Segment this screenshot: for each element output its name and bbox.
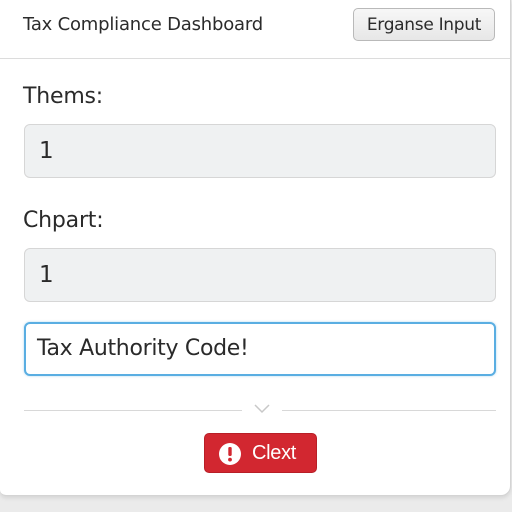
thems-input[interactable]: 1 <box>24 124 496 178</box>
app-header: Tax Compliance Dashboard Erganse Input <box>0 0 510 59</box>
divider-right <box>282 410 496 411</box>
divider-left <box>24 410 242 411</box>
organise-input-button[interactable]: Erganse Input <box>353 8 495 41</box>
chpart-input[interactable]: 1 <box>24 248 496 302</box>
clext-button-label: Clext <box>252 442 297 464</box>
chevron-down-icon[interactable] <box>252 402 272 416</box>
app-window: Tax Compliance Dashboard Erganse Input T… <box>0 0 511 496</box>
exclamation-circle-icon <box>219 443 241 465</box>
clext-button[interactable]: Clext <box>204 433 317 473</box>
thems-label: Thems: <box>23 84 104 109</box>
chpart-label: Chpart: <box>23 208 104 233</box>
tax-authority-code-input[interactable]: Tax Authority Code! <box>24 322 496 376</box>
app-title: Tax Compliance Dashboard <box>23 14 263 35</box>
